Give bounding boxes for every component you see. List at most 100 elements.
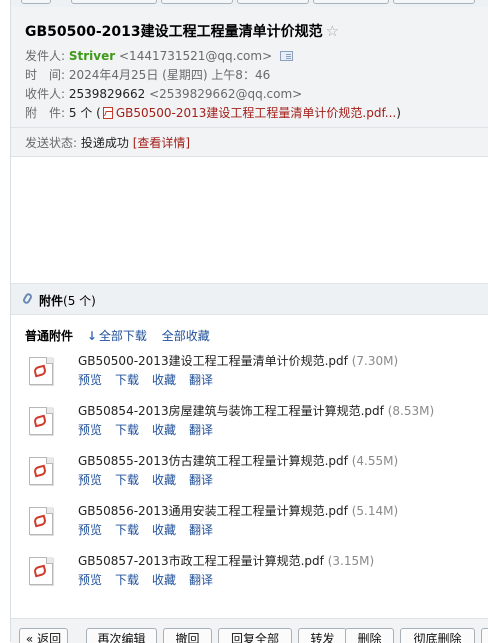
attachment-name-row: GB50500-2013建设工程工程量清单计价规范.pdf (7.30M) [78,352,398,369]
save-link[interactable]: 收藏 [152,573,176,587]
attachment-label: 附 件: [25,106,66,120]
download-link[interactable]: 下载 [115,473,139,487]
recipient-name[interactable]: 2539829662 [69,87,145,101]
translate-link[interactable]: 翻译 [189,473,213,487]
attachment-item: GB50856-2013通用安装工程工程量计算规范.pdf (5.14M) 预览… [25,502,485,546]
pdf-file-icon[interactable] [29,457,53,485]
save-link[interactable]: 收藏 [152,373,176,387]
attachment-item: GB50854-2013房屋建筑与装饰工程工程量计算规范.pdf (8.53M)… [25,402,485,446]
save-link[interactable]: 收藏 [152,423,176,437]
preview-link[interactable]: 预览 [78,523,102,537]
paperclip-icon [21,291,34,306]
attachment-name[interactable]: GB50500-2013建设工程工程量清单计价规范.pdf [78,354,348,368]
recall-button[interactable]: 撤回 [163,628,212,643]
status-row: 发送状态: 投递成功 [查看详情] [25,134,190,152]
pdf-file-icon[interactable] [29,557,53,585]
attachment-actions: 预览 下载 收藏 翻译 [78,521,226,538]
reply-all-button[interactable]: 回复全部 [218,628,292,643]
to-row: 收件人: 2539829662 <2539829662@qq.com> [25,85,302,103]
top-toolbar-button[interactable] [237,0,309,4]
translate-link[interactable]: 翻译 [189,423,213,437]
attachment-name[interactable]: GB50857-2013市政工程工程量计算规范.pdf [78,554,324,568]
time-label: 时 间: [25,68,66,82]
top-toolbar-button[interactable] [161,0,233,4]
attachment-size: (4.55M) [351,454,399,468]
status-detail-link[interactable]: [查看详情] [133,136,190,150]
normal-attachments-label: 普通附件 [25,329,74,343]
to-label: 收件人: [25,87,66,101]
attachment-size: (5.14M) [351,504,399,518]
attachment-item: GB50857-2013市政工程工程量计算规范.pdf (3.15M) 预览 下载… [25,552,485,596]
attachments-header: 附件(5 个) [11,283,488,315]
attachment-size: (8.53M) [387,404,435,418]
attachment-actions: 预览 下载 收藏 翻译 [78,471,226,488]
attachment-item: GB50855-2013仿古建筑工程工程量计算规范.pdf (4.55M) 预览… [25,452,485,496]
recipient-email: <2539829662@qq.com> [149,87,303,101]
status-value: 投递成功 [80,136,129,150]
download-link[interactable]: 下载 [115,373,139,387]
attachments-toolbar: 普通附件 ↓ 全部下载 全部收藏 [25,327,221,344]
download-link[interactable]: 下载 [115,573,139,587]
pdf-file-icon[interactable] [29,357,53,385]
more-button[interactable] [481,628,488,643]
divider [11,127,488,128]
delete-button[interactable]: 删除 [345,628,394,643]
attachment-count: 5 个 ( [68,106,101,120]
pdf-icon [102,107,113,119]
subject-text: GB50500-2013建设工程工程量清单计价规范 [25,24,323,40]
attachment-name-row: GB50855-2013仿古建筑工程工程量计算规范.pdf (4.55M) [78,452,398,469]
attachments-title-text: 附件 [39,294,64,308]
back-button[interactable]: « 返回 [19,628,68,643]
preview-link[interactable]: 预览 [78,573,102,587]
top-toolbar-button[interactable] [393,0,475,4]
mail-header: GB50500-2013建设工程工程量清单计价规范 ☆ 发件人: Striver … [11,7,488,157]
attachment-actions: 预览 下载 收藏 翻译 [78,421,226,438]
pdf-file-icon[interactable] [29,507,53,535]
preview-link[interactable]: 预览 [78,373,102,387]
download-all-link[interactable]: 全部下载 [99,329,147,343]
download-link[interactable]: 下载 [115,423,139,437]
attachment-name[interactable]: GB50855-2013仿古建筑工程工程量计算规范.pdf [78,454,348,468]
attachment-close: ) [396,106,401,120]
status-label: 发送状态: [25,136,78,150]
attachment-name-row: GB50857-2013市政工程工程量计算规范.pdf (3.15M) [78,552,374,569]
contact-card-icon[interactable] [279,51,293,61]
delete-permanently-button[interactable]: 彻底删除 [400,628,475,643]
translate-link[interactable]: 翻译 [189,523,213,537]
mail-read-panel: GB50500-2013建设工程工程量清单计价规范 ☆ 发件人: Striver … [10,0,488,643]
attachment-size: (7.30M) [351,354,399,368]
attachments-count: (5 个) [63,294,96,308]
translate-link[interactable]: 翻译 [189,373,213,387]
attachment-item: GB50500-2013建设工程工程量清单计价规范.pdf (7.30M) 预览… [25,352,485,396]
pdf-file-icon[interactable] [29,407,53,435]
preview-link[interactable]: 预览 [78,473,102,487]
attachment-size: (3.15M) [327,554,375,568]
star-icon[interactable]: ☆ [326,22,339,40]
attachment-row: 附 件: 5 个 ( GB50500-2013建设工程工程量清单计价规范.pdf.… [25,104,401,122]
save-all-link[interactable]: 全部收藏 [162,329,210,343]
save-link[interactable]: 收藏 [152,473,176,487]
translate-link[interactable]: 翻译 [189,573,213,587]
download-arrow-icon: ↓ [86,329,97,343]
edit-again-button[interactable]: 再次编辑 [86,628,157,643]
attachment-actions: 预览 下载 收藏 翻译 [78,371,226,388]
attachments-title: 附件(5 个) [39,292,96,309]
top-toolbar-button[interactable] [313,0,389,4]
attachment-name-row: GB50856-2013通用安装工程工程量计算规范.pdf (5.14M) [78,502,398,519]
preview-link[interactable]: 预览 [78,423,102,437]
sender-name[interactable]: Striver [69,49,115,63]
top-toolbar [11,0,488,7]
time-row: 时 间: 2024年4月25日 (星期四) 上午8：46 [25,66,270,84]
attachment-name[interactable]: GB50854-2013房屋建筑与装饰工程工程量计算规范.pdf [78,404,384,418]
time-value: 2024年4月25日 (星期四) 上午8：46 [68,68,271,82]
attachment-first-link[interactable]: GB50500-2013建设工程工程量清单计价规范.pdf... [116,106,396,120]
attachment-actions: 预览 下载 收藏 翻译 [78,571,226,588]
top-toolbar-button[interactable] [21,0,51,4]
forward-button[interactable]: 转发 [298,628,347,643]
download-link[interactable]: 下载 [115,523,139,537]
attachment-name[interactable]: GB50856-2013通用安装工程工程量计算规范.pdf [78,504,348,518]
sender-email: <1441731521@qq.com> [119,49,273,63]
from-row: 发件人: Striver <1441731521@qq.com> [25,47,293,65]
top-toolbar-button[interactable] [71,0,157,4]
save-link[interactable]: 收藏 [152,523,176,537]
